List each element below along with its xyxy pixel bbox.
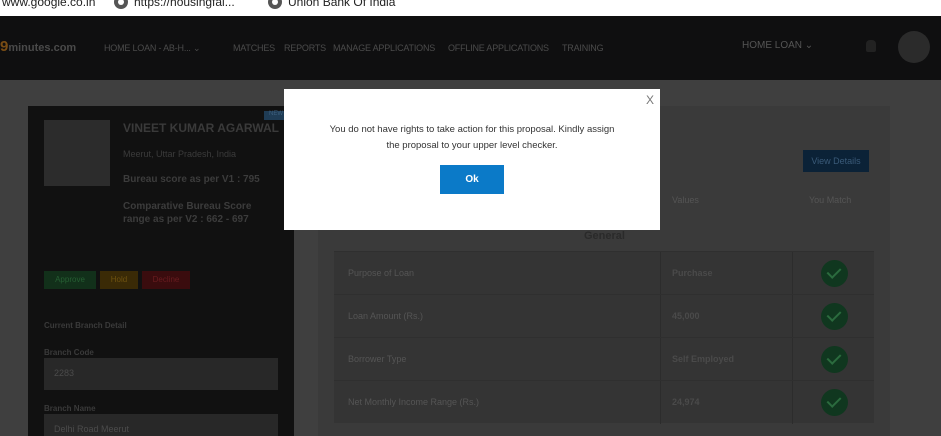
nav-offline-applications[interactable]: OFFLINE APPLICATIONS — [448, 43, 549, 53]
divider — [660, 381, 661, 424]
nav-label: HOME LOAN - AB-H... — [104, 43, 191, 53]
row-value: 24,974 — [672, 397, 700, 407]
bookmark-housing[interactable]: https://housingfai... — [114, 0, 235, 9]
table-row: Net Monthly Income Range (Rs.) 24,974 — [334, 380, 874, 424]
bureau-score-v2: Comparative Bureau Score range as per V2… — [123, 201, 252, 225]
permission-dialog: X You do not have rights to take action … — [284, 89, 660, 230]
nav-product-select[interactable]: HOME LOAN - AB-H... ⌄ — [104, 43, 201, 54]
bell-icon[interactable] — [866, 40, 876, 52]
row-label: Borrower Type — [348, 354, 407, 364]
globe-icon — [268, 0, 282, 9]
divider — [660, 252, 661, 295]
chevron-down-icon: ⌄ — [804, 40, 814, 51]
row-value: Self Employed — [672, 354, 735, 364]
decline-button[interactable]: Decline — [142, 271, 190, 289]
dialog-message: You do not have rights to take action fo… — [329, 124, 615, 151]
table-row: Loan Amount (Rs.) 45,000 — [334, 294, 874, 338]
check-icon — [821, 260, 848, 287]
check-icon — [821, 389, 848, 416]
row-label: Loan Amount (Rs.) — [348, 311, 424, 321]
row-value: 45,000 — [672, 311, 700, 321]
divider — [660, 295, 661, 338]
top-nav: 9minutes.com HOME LOAN - AB-H... ⌄ MATCH… — [0, 16, 941, 80]
nav-reports[interactable]: REPORTS — [284, 43, 326, 53]
bookmarks-bar: www.google.co.in https://housingfai... U… — [0, 0, 941, 16]
logo[interactable]: 9minutes.com — [0, 38, 76, 55]
product-switch[interactable]: HOME LOAN ⌄ — [742, 40, 813, 51]
check-icon — [821, 346, 848, 373]
applicant-photo — [44, 120, 110, 186]
divider — [792, 338, 793, 381]
divider — [660, 338, 661, 381]
column-header-match: You Match — [809, 195, 852, 205]
bookmark-label: https://housingfai... — [134, 0, 235, 9]
divider — [792, 381, 793, 424]
branch-code-label: Branch Code — [44, 348, 94, 357]
applicant-panel: NEW VINEET KUMAR AGARWAL Meerut, Uttar P… — [28, 106, 294, 436]
branch-name-label: Branch Name — [44, 404, 96, 413]
branch-code-field[interactable]: 2283 — [44, 358, 278, 390]
row-label: Net Monthly Income Range (Rs.) — [348, 397, 480, 407]
nav-matches[interactable]: MATCHES — [233, 43, 275, 53]
table-row: Purpose of Loan Purchase — [334, 251, 874, 295]
branch-name-field[interactable]: Delhi Road Meerut — [44, 414, 278, 436]
hold-button[interactable]: Hold — [100, 271, 138, 289]
divider — [792, 295, 793, 338]
product-switch-label: HOME LOAN — [742, 40, 803, 51]
applicant-name: VINEET KUMAR AGARWAL — [123, 121, 279, 135]
row-value: Purchase — [672, 268, 713, 278]
row-label: Purpose of Loan — [348, 268, 415, 278]
group-heading: General — [584, 230, 625, 242]
check-icon — [821, 303, 848, 330]
bookmark-label: Union Bank Of India — [288, 0, 396, 9]
applicant-location: Meerut, Uttar Pradesh, India — [123, 149, 237, 159]
ok-button[interactable]: Ok — [440, 165, 504, 194]
bureau-score-v1: Bureau score as per V1 : 795 — [123, 174, 260, 185]
view-details-button[interactable]: View Details — [803, 150, 869, 172]
bookmark-google[interactable]: www.google.co.in — [2, 0, 95, 9]
branch-section-title: Current Branch Detail — [44, 321, 127, 330]
table-row: Borrower Type Self Employed — [334, 337, 874, 381]
approve-button[interactable]: Approve — [44, 271, 96, 289]
bookmark-union-bank[interactable]: Union Bank Of India — [268, 0, 395, 9]
close-icon[interactable]: X — [646, 93, 654, 107]
globe-icon — [114, 0, 128, 9]
nav-training[interactable]: TRAINING — [562, 43, 604, 53]
column-header-values: Values — [672, 195, 699, 205]
nav-manage-applications[interactable]: MANAGE APPLICATIONS — [333, 43, 435, 53]
bookmark-label: www.google.co.in — [2, 0, 96, 9]
logo-text: minutes.com — [8, 42, 77, 54]
avatar[interactable] — [898, 31, 930, 63]
divider — [792, 252, 793, 295]
